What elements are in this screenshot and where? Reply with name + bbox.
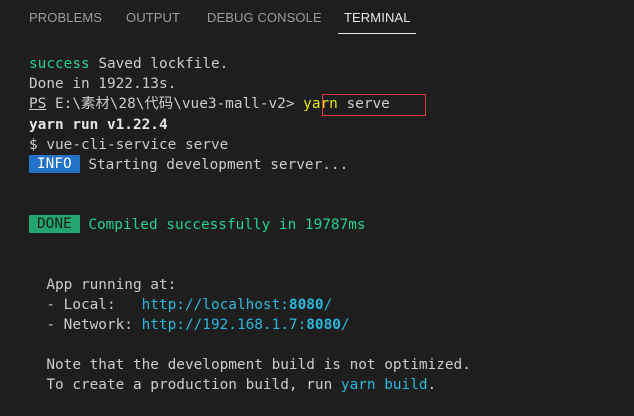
terminal-line: - Network: http://192.168.1.7:8080/ <box>29 315 350 335</box>
terminal-text: Note that the development build is not o… <box>29 357 471 373</box>
network-port: 8080 <box>306 317 341 333</box>
terminal-text: . <box>427 377 437 393</box>
terminal-text: To create a production build, run <box>29 377 341 393</box>
network-label: - Network: <box>29 317 142 333</box>
panel-tab-bar: PROBLEMS OUTPUT DEBUG CONSOLE TERMINAL <box>0 0 634 38</box>
terminal-output[interactable]: success Saved lockfile. Done in 1922.13s… <box>0 38 634 416</box>
terminal-line: yarn run v1.22.4 <box>29 115 168 135</box>
prompt-path: E:\素材\28\代码\vue3-mall-v2> <box>46 96 304 112</box>
terminal-text: Saved lockfile. <box>89 56 229 72</box>
terminal-line: $ vue-cli-service serve <box>29 135 228 155</box>
network-url-link[interactable]: http://192.168.1.7:8080/ <box>142 317 350 333</box>
local-port: 8080 <box>288 297 324 313</box>
network-url: http://192.168.1.7: <box>141 317 307 333</box>
info-badge: INFO <box>29 155 80 173</box>
tab-output[interactable]: OUTPUT <box>126 10 180 25</box>
terminal-text: App running at: <box>29 277 177 293</box>
terminal-line: Done in 1922.13s. <box>29 74 176 94</box>
terminal-line: INFO Starting development server... <box>29 155 348 175</box>
terminal-line: App running at: <box>29 275 176 295</box>
terminal-text: Done in 1922.13s. <box>29 76 177 92</box>
tab-debug-console[interactable]: DEBUG CONSOLE <box>207 10 322 25</box>
terminal-line: - Local: http://localhost:8080/ <box>29 295 332 315</box>
active-tab-indicator <box>338 33 416 34</box>
local-url-tail: / <box>323 297 333 313</box>
network-url-tail: / <box>340 317 350 333</box>
local-label: - Local: <box>29 297 142 313</box>
terminal-line: Note that the development build is not o… <box>29 355 471 375</box>
compiled-message: Compiled successfully in 19787ms <box>79 217 366 233</box>
local-url: http://localhost: <box>141 297 289 313</box>
terminal-line: success Saved lockfile. <box>29 54 228 74</box>
terminal-line: DONE Compiled successfully in 19787ms <box>29 215 366 235</box>
success-label: success <box>29 56 90 72</box>
tab-terminal[interactable]: TERMINAL <box>344 10 411 25</box>
command-highlight-box <box>322 94 426 116</box>
tab-problems[interactable]: PROBLEMS <box>29 10 102 25</box>
terminal-text: Starting development server... <box>79 157 349 173</box>
terminal-line: To create a production build, run yarn b… <box>29 375 436 395</box>
terminal-text: yarn run v1.22.4 <box>29 117 168 133</box>
yarn-build-command: yarn build <box>340 377 428 393</box>
prompt-ps: PS <box>29 96 47 112</box>
terminal-text: $ vue-cli-service serve <box>29 137 229 153</box>
local-url-link[interactable]: http://localhost:8080/ <box>142 297 333 313</box>
done-badge: DONE <box>29 215 80 233</box>
